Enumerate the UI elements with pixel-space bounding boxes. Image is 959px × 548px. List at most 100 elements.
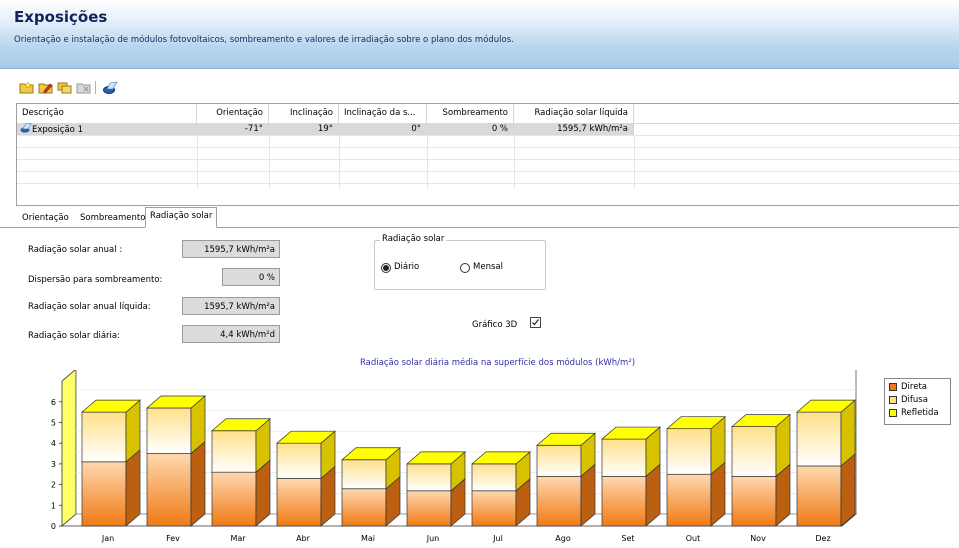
x-tick-label: Fev <box>166 534 180 543</box>
exposures-table: Descrição Orientação Inclinação Inclinaç… <box>16 103 959 206</box>
legend-reflected-label: Refletida <box>901 408 939 418</box>
shading-dispersion-value: 0 % <box>222 268 280 286</box>
row-net-radiation: 1595,7 kWh/m²a <box>514 123 634 135</box>
tab-orientation[interactable]: Orientação <box>18 210 73 227</box>
y-tick-label: 0 <box>51 522 56 531</box>
x-tick-label: Nov <box>750 534 766 543</box>
daily-radio[interactable] <box>381 263 391 273</box>
bar-direct-side <box>840 453 856 527</box>
net-annual-radiation-value: 1595,7 kWh/m²a <box>182 297 280 315</box>
legend-diffuse-swatch <box>889 395 897 404</box>
bar-direct <box>796 465 842 527</box>
legend-direct-label: Direta <box>901 382 927 392</box>
shading-dispersion-label: Dispersão para sombreamento: <box>28 275 163 285</box>
column-header-inclination[interactable]: Inclinação <box>269 104 339 123</box>
column-header-net-radiation[interactable]: Radiação solar líquida <box>514 104 634 123</box>
chart-3d-checkbox[interactable] <box>530 317 541 328</box>
exposure-icon <box>20 123 32 133</box>
radiation-period-group-title: Radiação solar <box>380 234 447 244</box>
delete-exposure-icon[interactable] <box>75 80 91 95</box>
bar-direct <box>276 478 322 527</box>
row-orientation: -71° <box>197 123 269 135</box>
x-tick-label: Jul <box>492 534 503 543</box>
bar-direct <box>341 488 387 527</box>
y-tick-label: 4 <box>51 439 56 448</box>
legend-reflected: Refletida <box>889 408 939 419</box>
daily-radio-label[interactable]: Diário <box>394 262 419 272</box>
monthly-radio[interactable] <box>460 263 470 273</box>
bar-diffuse <box>406 463 452 492</box>
bar-direct <box>81 461 127 527</box>
daily-radiation-label: Radiação solar diária: <box>28 331 120 341</box>
net-annual-radiation-label: Radiação solar anual líquida: <box>28 302 151 312</box>
x-tick-label: Jun <box>426 534 440 543</box>
bar-direct <box>211 471 257 527</box>
row-shading: 0 % <box>427 123 514 135</box>
bar-direct <box>146 453 192 527</box>
y-tick-label: 6 <box>51 398 56 407</box>
chart-3d-label: Gráfico 3D <box>472 320 518 330</box>
bar-diffuse <box>211 430 257 473</box>
bar-diffuse <box>731 426 777 477</box>
bar-diffuse <box>341 459 387 490</box>
x-tick-label: Abr <box>296 534 311 543</box>
bar-direct-side <box>125 449 141 527</box>
bar-diffuse <box>666 428 712 475</box>
y-tick-label: 3 <box>51 460 56 469</box>
bar-diffuse <box>81 411 127 463</box>
column-header-description[interactable]: Descrição <box>17 104 197 123</box>
y-tick-label: 1 <box>51 501 56 510</box>
column-header-orientation[interactable]: Orientação <box>197 104 269 123</box>
checkmark-icon <box>532 319 539 326</box>
annual-radiation-label: Radiação solar anual : <box>28 245 123 255</box>
x-tick-label: Mai <box>361 534 375 543</box>
monthly-radio-label[interactable]: Mensal <box>473 262 503 272</box>
bar-direct <box>731 475 777 527</box>
legend-diffuse-label: Difusa <box>901 395 928 405</box>
check-icon[interactable] <box>102 80 118 95</box>
x-tick-label: Out <box>686 534 701 543</box>
row-description-cell: Exposição 1 <box>17 123 197 135</box>
edit-exposure-icon[interactable] <box>37 80 53 95</box>
tab-shading[interactable]: Sombreamento <box>76 210 149 227</box>
column-header-slope-inclination[interactable]: Inclinação da s... <box>339 104 427 123</box>
new-exposure-icon[interactable] <box>18 80 34 95</box>
chart-legend: Direta Difusa Refletida <box>884 378 951 425</box>
table-row[interactable]: Exposição 1 -71° 19° 0° 0 % 1595,7 kWh/m… <box>17 123 634 135</box>
y-tick-label: 2 <box>51 481 56 490</box>
legend-reflected-swatch <box>889 408 897 417</box>
bar-diffuse <box>276 442 322 479</box>
y-tick-label: 5 <box>51 419 56 428</box>
copy-exposure-icon[interactable] <box>56 80 72 95</box>
bar-diffuse <box>796 411 842 467</box>
annual-radiation-value: 1595,7 kWh/m²a <box>182 240 280 258</box>
tab-solar-radiation[interactable]: Radiação solar <box>145 207 218 228</box>
bar-diffuse <box>146 407 192 454</box>
column-header-shading[interactable]: Sombreamento <box>427 104 514 123</box>
bar-direct <box>406 490 452 527</box>
legend-direct-swatch <box>889 382 897 391</box>
bar-direct <box>601 475 647 527</box>
row-description: Exposição 1 <box>32 125 83 135</box>
bar-diffuse <box>471 463 517 492</box>
x-tick-label: Ago <box>555 534 571 543</box>
page-subtitle: Orientação e instalação de módulos fotov… <box>14 35 514 45</box>
page-title: Exposições <box>14 8 108 26</box>
row-inclination: 19° <box>269 123 339 135</box>
daily-radiation-value: 4,4 kWh/m²d <box>182 325 280 343</box>
bar-direct <box>536 475 582 527</box>
bar-diffuse <box>536 444 582 477</box>
bar-diffuse <box>601 438 647 477</box>
toolbar-separator <box>95 81 96 94</box>
row-slope-inclination: 0° <box>339 123 427 135</box>
x-tick-label: Jan <box>101 534 114 543</box>
bar-direct <box>666 473 712 527</box>
page-header: Exposições Orientação e instalação de mó… <box>0 0 959 69</box>
radiation-chart: 0 1 2 3 4 5 6 Jan Fev Mar Abr Mai Jun Jul Ago Set Out Nov… <box>51 370 858 543</box>
x-tick-label: Mar <box>230 534 246 543</box>
left-wall <box>61 370 77 527</box>
bar-direct <box>471 490 517 527</box>
chart-title: Radiação solar diária média na superfíci… <box>359 358 636 368</box>
legend-diffuse: Difusa <box>889 395 928 406</box>
x-tick-label: Dez <box>815 534 830 543</box>
